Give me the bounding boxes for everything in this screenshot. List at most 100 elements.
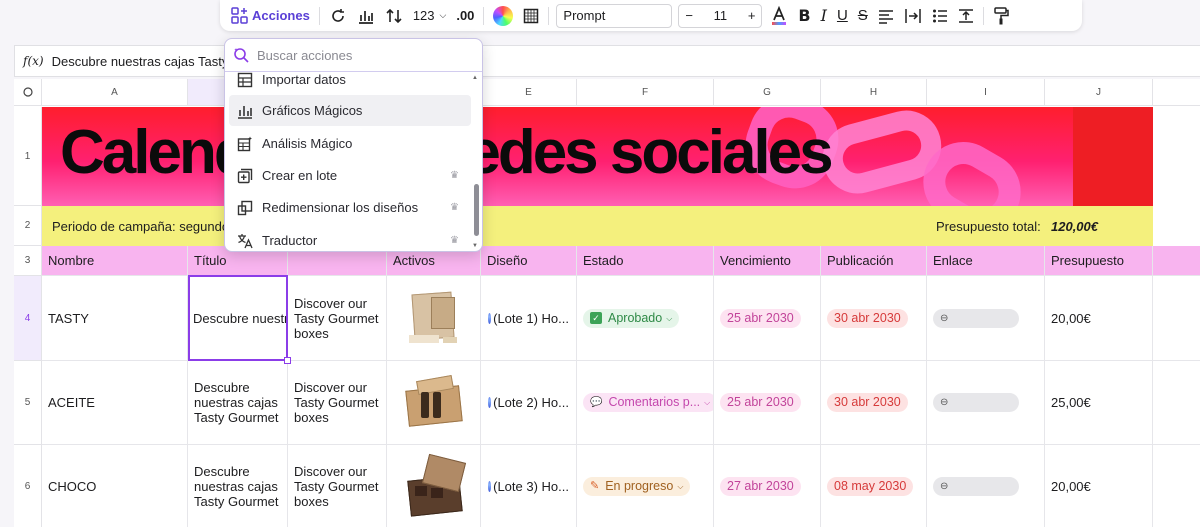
cell-titulo[interactable]: Descubre nuestras cajas Tasty Gourmet	[188, 445, 288, 527]
link-pill[interactable]: ⊖	[933, 393, 1019, 412]
due-date-pill[interactable]: 25 abr 2030	[720, 308, 801, 328]
cell-vencimiento[interactable]: 25 abr 2030	[714, 276, 821, 361]
link-pill[interactable]: ⊖	[933, 477, 1019, 496]
header-nombre[interactable]: Nombre	[42, 246, 188, 276]
link-pill[interactable]: ⊖	[933, 308, 1019, 328]
publish-date-pill[interactable]: 30 abr 2030	[827, 393, 908, 412]
cell-activos[interactable]	[387, 361, 481, 445]
paint-format-button[interactable]	[988, 4, 1014, 28]
action-crear-en-lote[interactable]: Crear en lote ♛	[229, 160, 471, 191]
strikethrough-button[interactable]: S	[853, 4, 873, 28]
borders-button[interactable]	[518, 4, 544, 28]
cell-estado[interactable]: 💬 Comentarios p... ⌵	[577, 361, 714, 445]
acciones-button[interactable]: Acciones	[226, 4, 315, 28]
header-vencimiento[interactable]: Vencimiento	[714, 246, 821, 276]
action-redimensionar[interactable]: Redimensionar los diseños ♛	[229, 192, 471, 223]
scroll-up-arrow[interactable]: ▲	[472, 75, 478, 81]
status-badge[interactable]: ✓ Aprobado ⌵	[583, 308, 680, 328]
cell-enlace[interactable]: ⊖	[927, 445, 1045, 527]
action-importar-datos[interactable]: Importar datos	[229, 64, 471, 95]
row-header-3[interactable]: 3	[14, 246, 42, 276]
cell-enlace[interactable]: ⊖	[927, 276, 1045, 361]
font-size-stepper[interactable]: − 11 +	[678, 3, 763, 28]
publish-date-pill[interactable]: 08 may 2030	[827, 477, 914, 496]
row-header-1[interactable]: 1	[14, 107, 42, 206]
text-wrap-button[interactable]	[899, 4, 927, 28]
decimals-button[interactable]: .00	[451, 4, 479, 28]
status-badge[interactable]: ✎ En progreso ⌵	[583, 477, 691, 496]
cell-titulo[interactable]: Descubre nuestras cajas Tasty Gourmet	[188, 361, 288, 445]
cell-activos[interactable]	[387, 445, 481, 527]
font-size-value[interactable]: 11	[714, 8, 728, 23]
actions-search-placeholder[interactable]: Buscar acciones	[257, 48, 352, 63]
cell-publicacion[interactable]: 30 abr 2030	[821, 361, 927, 445]
cell-nombre[interactable]: ACEITE	[42, 361, 188, 445]
header-estado[interactable]: Estado	[577, 246, 714, 276]
row-header-6[interactable]: 6	[14, 445, 42, 527]
cell-presupuesto[interactable]: 20,00€	[1045, 445, 1153, 527]
align-button[interactable]	[873, 4, 899, 28]
magic-refresh-button[interactable]	[324, 4, 352, 28]
cell-estado[interactable]: ✓ Aprobado ⌵	[577, 276, 714, 361]
cell-diseno[interactable]: (Lote 1) Ho...	[481, 276, 577, 361]
cell-presupuesto[interactable]: 20,00€	[1045, 276, 1153, 361]
italic-button[interactable]: I	[816, 4, 832, 28]
header-diseno[interactable]: Diseño	[481, 246, 577, 276]
decrease-font-button[interactable]: −	[685, 8, 693, 23]
formula-bar[interactable]: f(x) Descubre nuestras cajas Tasty Gourm…	[14, 45, 1200, 77]
vertical-align-button[interactable]	[953, 4, 979, 28]
cell-nombre[interactable]: CHOCO	[42, 445, 188, 527]
cell-diseno[interactable]: (Lote 2) Ho...	[481, 361, 577, 445]
cell-enlace[interactable]: ⊖	[927, 361, 1045, 445]
status-badge[interactable]: 💬 Comentarios p... ⌵	[583, 393, 713, 412]
underline-button[interactable]: U	[832, 4, 853, 28]
font-family-select[interactable]: Prompt	[556, 3, 673, 28]
dropdown-scrollbar[interactable]	[474, 184, 479, 236]
cell-diseno[interactable]: (Lote 3) Ho...	[481, 445, 577, 527]
select-all-corner[interactable]	[14, 79, 42, 106]
cell-presupuesto[interactable]: 25,00€	[1045, 361, 1153, 445]
cell-estado[interactable]: ✎ En progreso ⌵	[577, 445, 714, 527]
cell-traduccion[interactable]: Discover our Tasty Gourmet boxes	[288, 445, 387, 527]
action-graficos-magicos[interactable]: Gráficos Mágicos	[229, 95, 471, 126]
cell-vencimiento[interactable]: 25 abr 2030	[714, 361, 821, 445]
column-header-g[interactable]: G	[714, 79, 821, 106]
campaign-label[interactable]: Periodo de campaña: segundo	[52, 219, 229, 234]
publish-date-pill[interactable]: 30 abr 2030	[827, 308, 908, 328]
cell-color-button[interactable]	[488, 4, 518, 28]
cell-traduccion[interactable]: Discover our Tasty Gourmet boxes	[288, 276, 387, 361]
due-date-pill[interactable]: 27 abr 2030	[720, 477, 801, 496]
increase-font-button[interactable]: +	[748, 8, 756, 23]
header-publicacion[interactable]: Publicación	[821, 246, 927, 276]
number-format-button[interactable]: 123 ⌵	[408, 4, 452, 28]
header-presupuesto[interactable]: Presupuesto	[1045, 246, 1153, 276]
cell-activos[interactable]	[387, 276, 481, 361]
action-traductor[interactable]: Traductor ♛	[229, 225, 471, 251]
column-header-j[interactable]: J	[1045, 79, 1153, 106]
cell-nombre[interactable]: TASTY	[42, 276, 188, 361]
cell-publicacion[interactable]: 08 may 2030	[821, 445, 927, 527]
bold-button[interactable]: B	[793, 4, 815, 28]
action-analisis-magico[interactable]: Análisis Mágico	[229, 128, 471, 159]
column-header-a[interactable]: A	[42, 79, 188, 106]
budget-label[interactable]: Presupuesto total:	[936, 219, 1041, 234]
cell-titulo[interactable]: Descubre nuestra	[188, 276, 288, 361]
selection-fill-handle[interactable]	[284, 357, 291, 364]
scroll-down-arrow[interactable]: ▼	[472, 243, 478, 249]
row-header-4[interactable]: 4	[14, 276, 42, 361]
chart-button[interactable]	[352, 4, 380, 28]
column-header-e[interactable]: E	[481, 79, 577, 106]
cell-vencimiento[interactable]: 27 abr 2030	[714, 445, 821, 527]
column-header-i[interactable]: I	[927, 79, 1045, 106]
row-header-2[interactable]: 2	[14, 206, 42, 246]
column-header-h[interactable]: H	[821, 79, 927, 106]
column-header-f[interactable]: F	[577, 79, 714, 106]
cell-publicacion[interactable]: 30 abr 2030	[821, 276, 927, 361]
text-color-button[interactable]	[765, 4, 793, 28]
due-date-pill[interactable]: 25 abr 2030	[720, 393, 801, 412]
cell-traduccion[interactable]: Discover our Tasty Gourmet boxes	[288, 361, 387, 445]
header-enlace[interactable]: Enlace	[927, 246, 1045, 276]
row-header-5[interactable]: 5	[14, 361, 42, 445]
budget-value[interactable]: 120,00€	[1051, 219, 1098, 234]
banner-cell[interactable]: Calendario de redes sociales	[42, 107, 1153, 206]
